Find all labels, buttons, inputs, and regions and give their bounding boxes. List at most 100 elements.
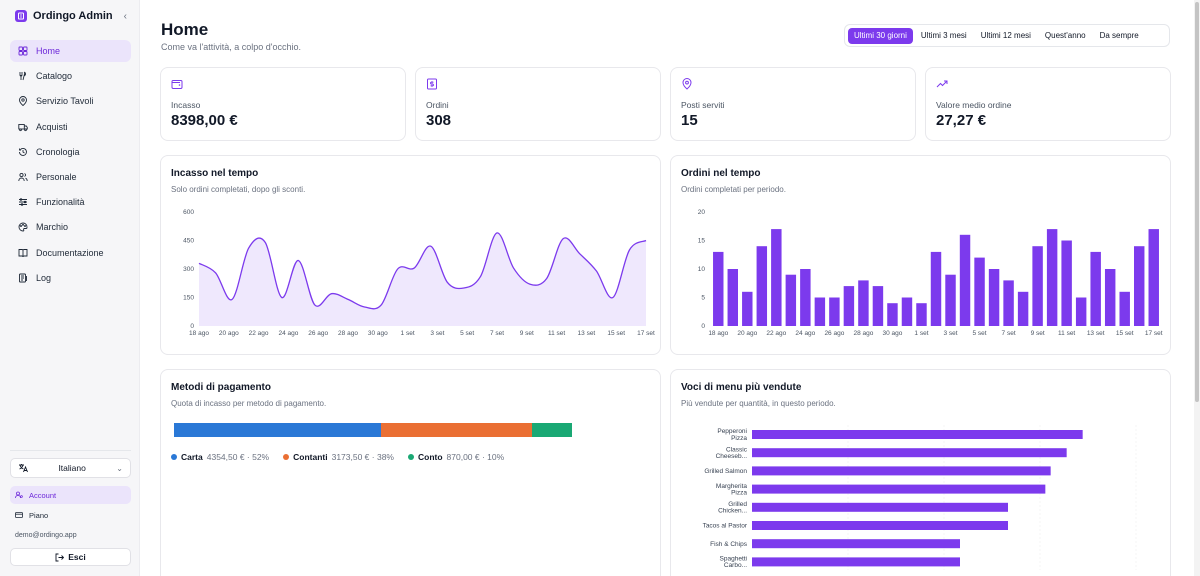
x-tick-label: 13 set bbox=[1087, 330, 1105, 337]
order-bar bbox=[1090, 251, 1101, 326]
top-item-bar bbox=[752, 521, 1008, 530]
top-item-bar bbox=[752, 448, 1067, 458]
page-scrollbar[interactable] bbox=[1194, 0, 1200, 576]
x-tick-label: 3 set bbox=[943, 330, 957, 337]
sidebar-item-label: Acquisti bbox=[36, 121, 68, 132]
order-bar bbox=[988, 269, 1000, 326]
language-label: Italiano bbox=[58, 463, 86, 473]
stat-label: Incasso bbox=[171, 100, 201, 110]
sidebar-item-funzionalit[interactable]: Funzionalità bbox=[10, 191, 131, 213]
x-tick-label: 28 ago bbox=[853, 330, 873, 337]
translate-icon bbox=[19, 464, 28, 473]
legend-value: 4354,50 € · 52% bbox=[206, 452, 270, 462]
category-label: Cheeseb... bbox=[716, 453, 748, 460]
scrollbar-thumb[interactable] bbox=[1195, 2, 1199, 402]
x-tick-label: 18 ago bbox=[189, 330, 209, 337]
revenue-chart-card: Incasso nel tempo Solo ordini completati… bbox=[160, 155, 661, 355]
sidebar-item-catalogo[interactable]: Catalogo bbox=[10, 65, 131, 87]
log-icon bbox=[19, 273, 27, 283]
order-bar bbox=[945, 274, 956, 326]
sidebar-item-label: Documentazione bbox=[36, 247, 104, 258]
chevron-down-icon: ⌄ bbox=[116, 463, 123, 473]
y-tick-label: 600 bbox=[183, 209, 194, 216]
sidebar-item-acquisti[interactable]: Acquisti bbox=[10, 116, 131, 138]
payment-legend: Carta 4354,50 € · 52% Contanti 3173,50 € · … bbox=[171, 452, 504, 462]
legend-item: Conto 870,00 € · 10% bbox=[407, 452, 504, 462]
stat-card-average: Valore medio ordine 27,27 € bbox=[925, 67, 1171, 141]
category-label: Fish & Chips bbox=[710, 541, 748, 548]
sidebar-item-home[interactable]: Home bbox=[10, 40, 131, 62]
sidebar-item-label: Servizio Tavoli bbox=[36, 96, 94, 107]
x-tick-label: 9 set bbox=[520, 330, 534, 337]
x-tick-label: 13 set bbox=[578, 330, 596, 337]
range-tab[interactable]: Ultimi 30 giorni bbox=[848, 27, 913, 44]
payment-share-bar bbox=[174, 423, 572, 437]
sidebar-item-log[interactable]: Log bbox=[10, 267, 131, 289]
stat-card-seats: Posti serviti 15 bbox=[670, 67, 916, 141]
stat-card-orders: Ordini 308 bbox=[415, 67, 661, 141]
range-tab[interactable]: Da sempre bbox=[1094, 28, 1145, 44]
sidebar-item-label: Personale bbox=[36, 171, 77, 182]
order-bar bbox=[785, 274, 797, 326]
x-tick-label: 20 ago bbox=[737, 330, 757, 337]
x-tick-label: 30 ago bbox=[883, 330, 903, 337]
logout-label: Esci bbox=[68, 552, 86, 562]
y-tick-label: 300 bbox=[183, 266, 194, 273]
logout-button[interactable]: Esci bbox=[10, 548, 131, 566]
revenue-area bbox=[199, 232, 646, 326]
order-bar bbox=[916, 303, 927, 326]
receipt-icon bbox=[427, 78, 437, 90]
legend-dot bbox=[283, 454, 290, 460]
x-tick-label: 17 set bbox=[637, 330, 655, 337]
order-bar bbox=[756, 246, 768, 326]
sidebar-item-personale[interactable]: Personale bbox=[10, 166, 131, 188]
user-cog-icon bbox=[15, 491, 23, 499]
page-title: Home bbox=[161, 20, 209, 39]
user-email: demo@ordingo.app bbox=[15, 532, 77, 539]
x-tick-label: 7 set bbox=[1002, 330, 1016, 337]
app-logo-icon bbox=[15, 10, 27, 22]
language-select[interactable]: Italiano ⌄ bbox=[10, 458, 131, 478]
order-bar bbox=[1148, 229, 1159, 326]
account-link[interactable]: Account bbox=[10, 486, 131, 504]
order-bar bbox=[858, 280, 869, 326]
order-bar bbox=[713, 251, 724, 326]
collapse-sidebar-button[interactable]: ‹ bbox=[124, 11, 127, 22]
sliders-icon bbox=[19, 198, 27, 206]
x-tick-label: 11 set bbox=[548, 330, 565, 337]
plan-link[interactable]: Piano bbox=[10, 506, 131, 524]
range-tab[interactable]: Ultimi 3 mesi bbox=[915, 28, 973, 44]
legend-item: Carta 4354,50 € · 52% bbox=[171, 452, 269, 462]
x-tick-label: 22 ago bbox=[249, 330, 269, 337]
x-tick-label: 26 ago bbox=[308, 330, 328, 337]
sidebar-item-documentazione[interactable]: Documentazione bbox=[10, 242, 131, 264]
users-icon bbox=[18, 172, 28, 181]
legend-dot bbox=[171, 454, 177, 460]
payment-segment bbox=[380, 423, 533, 437]
payment-segment bbox=[532, 423, 572, 437]
sidebar-item-label: Home bbox=[36, 46, 61, 56]
range-tab[interactable]: Quest'anno bbox=[1039, 28, 1092, 44]
legend-value: 3173,50 € · 38% bbox=[331, 452, 394, 462]
stat-label: Posti serviti bbox=[681, 100, 725, 110]
sidebar-divider bbox=[10, 450, 131, 451]
order-bar bbox=[1061, 240, 1072, 326]
category-label: Tacos al Pastor bbox=[703, 523, 748, 530]
x-tick-label: 3 set bbox=[430, 330, 444, 337]
grid-icon bbox=[18, 46, 28, 56]
revenue-chart: 015030045060018 ago 20 ago 22 ago 24 ago 26 … bbox=[183, 209, 655, 337]
sidebar-item-servizio-tavoli[interactable]: Servizio Tavoli bbox=[10, 90, 131, 112]
x-tick-label: 9 set bbox=[1031, 330, 1045, 337]
order-bar bbox=[1046, 229, 1058, 326]
order-bar bbox=[872, 286, 884, 326]
stat-value: 8398,00 € bbox=[171, 112, 238, 129]
book-icon bbox=[18, 248, 28, 257]
range-tab[interactable]: Ultimi 12 mesi bbox=[975, 28, 1037, 44]
top-item-bar bbox=[752, 557, 960, 567]
credit-card-icon bbox=[15, 512, 23, 518]
wallet-icon bbox=[171, 80, 183, 89]
sidebar-item-label: Catalogo bbox=[36, 71, 73, 82]
payment-methods-card: Metodi di pagamento Quota di incasso per… bbox=[160, 369, 661, 576]
sidebar-item-marchio[interactable]: Marchio bbox=[10, 216, 131, 238]
sidebar-item-cronologia[interactable]: Cronologia bbox=[10, 141, 131, 163]
